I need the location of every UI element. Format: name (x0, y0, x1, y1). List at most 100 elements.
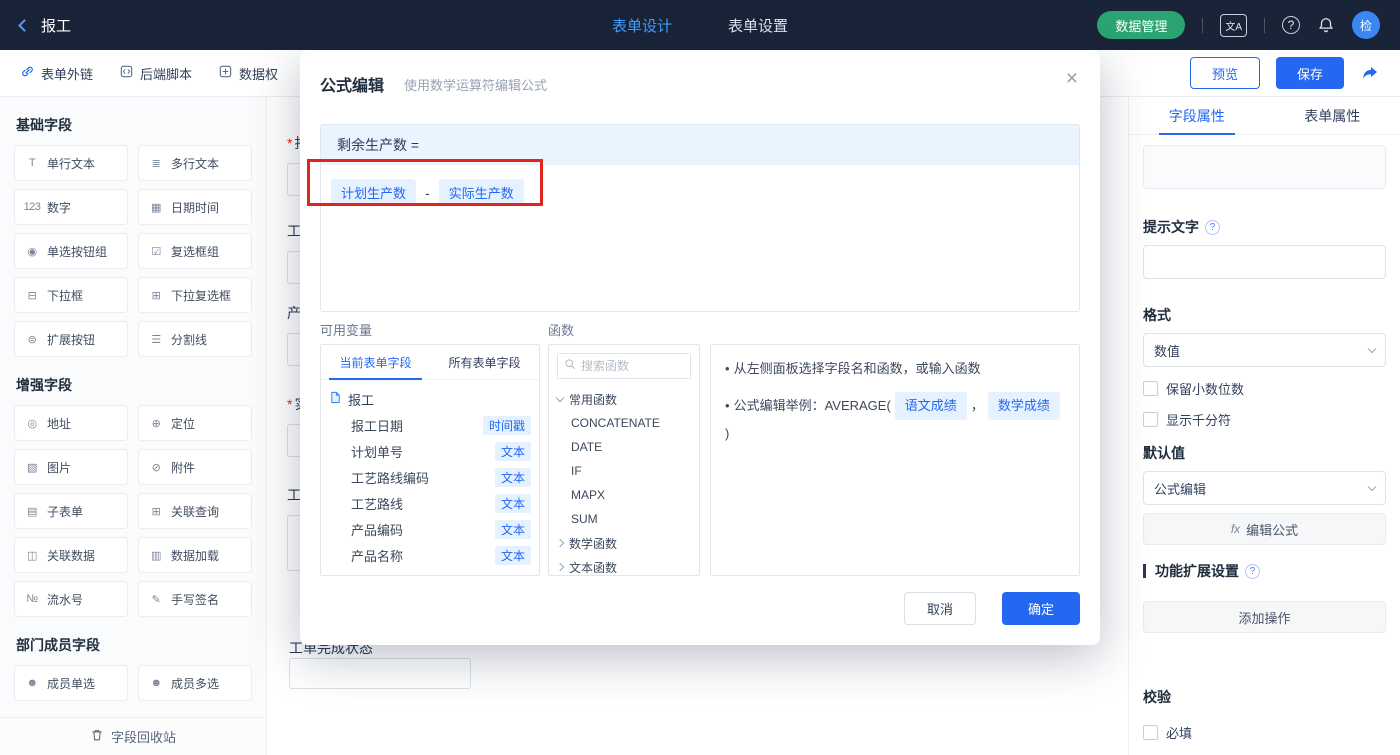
formula-target: 剩余生产数 = (321, 125, 1079, 165)
field-type-multi-text[interactable]: ≣ 多行文本 (138, 145, 252, 181)
variable-item[interactable]: 计划单号 文本 (329, 438, 531, 464)
function-group-text[interactable]: 文本函数 (549, 555, 699, 575)
help-icon[interactable]: ? (1205, 219, 1220, 235)
field-type-divider[interactable]: ☰ 分割线 (138, 321, 252, 357)
avatar[interactable]: 检 (1352, 11, 1380, 39)
help-icon[interactable]: ? (1282, 16, 1300, 34)
file-icon (329, 391, 342, 407)
checkbox-icon: ☑ (151, 245, 161, 258)
field-type-label: 定位 (171, 416, 196, 431)
toolbar-item-backend-script[interactable]: 后端脚本 (119, 64, 192, 83)
field-type-location[interactable]: ⊕ 定位 (138, 405, 252, 441)
share-icon[interactable] (1360, 63, 1380, 83)
add-action-button[interactable]: 添加操作 (1143, 601, 1386, 633)
section-title-member-fields: 部门成员字段 (16, 637, 100, 653)
keep-decimal-checkbox-row[interactable]: 保留小数位数 (1143, 379, 1386, 398)
field-type-checkbox-group[interactable]: ☑ 复选框组 (138, 233, 252, 269)
close-icon[interactable]: × (1066, 68, 1078, 89)
field-type-label: 分割线 (171, 332, 208, 347)
formula-operand-2[interactable]: 实际生产数 (438, 179, 524, 206)
back-icon[interactable] (18, 18, 31, 32)
function-group-math[interactable]: 数学函数 (549, 531, 699, 555)
field-type-number[interactable]: 123 数字 (14, 189, 128, 225)
status-field-input[interactable] (289, 658, 471, 689)
field-type-label: 成员单选 (47, 676, 96, 691)
field-type-dropdown[interactable]: ⊟ 下拉框 (14, 277, 128, 313)
function-item[interactable]: SUM (549, 507, 699, 531)
checkbox-unchecked[interactable] (1143, 412, 1158, 427)
search-input[interactable] (581, 359, 684, 373)
field-type-dropdown-multi[interactable]: ⊞ 下拉复选框 (138, 277, 252, 313)
function-item[interactable]: DATE (549, 435, 699, 459)
field-type-image[interactable]: ▧ 图片 (14, 449, 128, 485)
field-recycle-bin[interactable]: 字段回收站 (0, 717, 266, 755)
field-type-data-load[interactable]: ▥ 数据加载 (138, 537, 252, 573)
back-group[interactable]: 报工 (18, 15, 71, 36)
tab-current-form-fields[interactable]: 当前表单字段 (321, 345, 430, 380)
format-select[interactable]: 数值 (1143, 333, 1386, 367)
field-type-address[interactable]: ◎ 地址 (14, 405, 128, 441)
bell-icon[interactable] (1317, 16, 1335, 34)
hint-text-input[interactable] (1143, 245, 1386, 279)
tab-form-settings[interactable]: 表单设置 (728, 15, 788, 36)
cancel-button[interactable]: 取消 (904, 592, 976, 625)
field-type-member-single[interactable]: ☻ 成员单选 (14, 665, 128, 701)
tab-field-properties[interactable]: 字段属性 (1129, 97, 1265, 135)
description-box[interactable] (1143, 145, 1386, 189)
formula-operator: - (425, 184, 430, 201)
preview-button[interactable]: 预览 (1189, 57, 1260, 89)
example-field-tag: 语文成绩 (894, 392, 967, 420)
variable-item[interactable]: 产品编码 文本 (329, 516, 531, 542)
hint-text-label: 提示文字 ? (1143, 217, 1386, 237)
field-type-relation-data[interactable]: ◫ 关联数据 (14, 537, 128, 573)
tab-form-properties[interactable]: 表单属性 (1265, 97, 1400, 134)
default-value-label: 默认值 (1143, 445, 1185, 461)
default-value-select[interactable]: 公式编辑 (1143, 471, 1386, 505)
variable-item[interactable]: 产品名称 文本 (329, 542, 531, 568)
data-manage-button[interactable]: 数据管理 (1097, 11, 1186, 39)
function-item[interactable]: MAPX (549, 483, 699, 507)
field-type-single-text[interactable]: T 单行文本 (14, 145, 128, 181)
field-type-attachment[interactable]: ⊘ 附件 (138, 449, 252, 485)
edit-formula-button[interactable]: fx 编辑公式 (1143, 513, 1386, 545)
confirm-button[interactable]: 确定 (1002, 592, 1080, 625)
tab-all-form-fields[interactable]: 所有表单字段 (430, 345, 539, 379)
variable-item[interactable]: 报工日期 时间戳 (329, 412, 531, 438)
save-button[interactable]: 保存 (1275, 57, 1344, 89)
chevron-down-icon (1367, 482, 1377, 492)
screen: 报工 表单设计 表单设置 数据管理 文A ? 检 表单外链 后端脚本 数据权 预… (0, 0, 1400, 755)
variable-name: 产品名称 (351, 548, 404, 564)
thousand-separator-checkbox-row[interactable]: 显示千分符 (1143, 410, 1386, 429)
toolbar-item-data-permission[interactable]: 数据权 (218, 64, 278, 83)
field-type-datetime[interactable]: ▦ 日期时间 (138, 189, 252, 225)
variable-item[interactable]: 工艺路线 文本 (329, 490, 531, 516)
function-search[interactable] (557, 353, 691, 379)
function-item[interactable]: CONCATENATE (549, 411, 699, 435)
variable-item[interactable]: 工艺路线编码 文本 (329, 464, 531, 490)
field-type-subform[interactable]: ▤ 子表单 (14, 493, 128, 529)
field-type-member-multi[interactable]: ☻ 成员多选 (138, 665, 252, 701)
translate-icon[interactable]: 文A (1220, 13, 1247, 37)
field-type-relation-query[interactable]: ⊞ 关联查询 (138, 493, 252, 529)
field-type-extend-button[interactable]: ⊜ 扩展按钮 (14, 321, 128, 357)
function-group-common[interactable]: 常用函数 (549, 387, 699, 411)
toolbar-item-external-link[interactable]: 表单外链 (20, 64, 93, 83)
required-checkbox-row[interactable]: 必填 (1143, 723, 1386, 742)
function-item[interactable]: IF (549, 459, 699, 483)
data-load-icon: ▥ (151, 549, 161, 562)
field-type-serial-number[interactable]: № 流水号 (14, 581, 128, 617)
chevron-right-icon (555, 538, 565, 548)
relation-data-icon: ◫ (27, 549, 37, 562)
field-type-signature[interactable]: ✎ 手写签名 (138, 581, 252, 617)
help-icon[interactable]: ? (1245, 563, 1260, 579)
formula-operand-1[interactable]: 计划生产数 (331, 179, 417, 206)
form-node[interactable]: 报工 (329, 386, 531, 412)
formula-editor-area[interactable]: 剩余生产数 = 计划生产数 - 实际生产数 (320, 124, 1080, 312)
checkbox-unchecked[interactable] (1143, 725, 1158, 740)
label-text: 功能扩展设置 (1155, 563, 1239, 579)
field-type-label: 扩展按钮 (47, 332, 96, 347)
field-type-radio-group[interactable]: ◉ 单选按钮组 (14, 233, 128, 269)
single-text-icon: T (28, 157, 36, 169)
checkbox-unchecked[interactable] (1143, 381, 1158, 396)
tab-form-design[interactable]: 表单设计 (612, 15, 672, 36)
